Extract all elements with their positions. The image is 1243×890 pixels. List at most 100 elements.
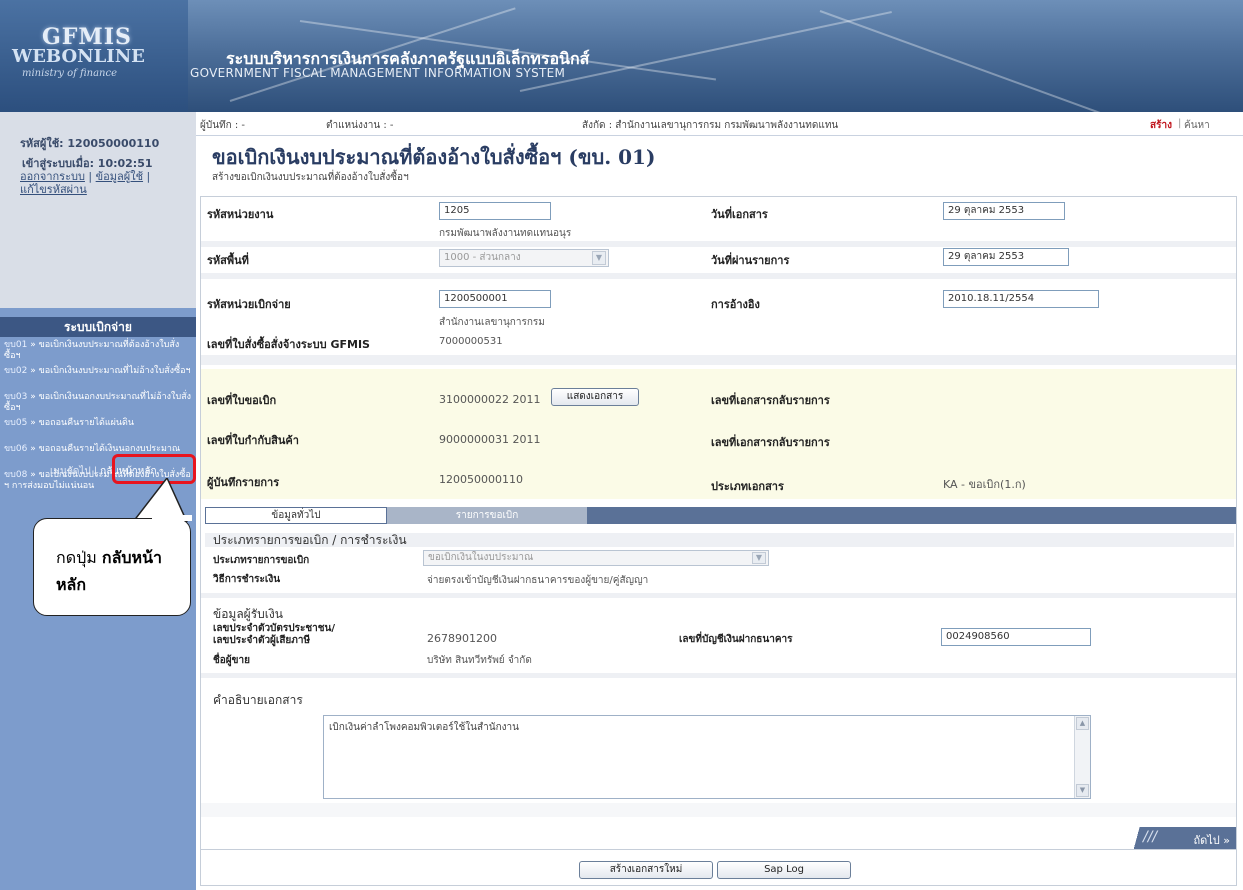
invoice-value: 9000000031 2011	[439, 433, 541, 446]
user-links: ออกจากระบบ | ข้อมูลผู้ใช้ | แก้ไขรหัสผ่า…	[20, 170, 151, 196]
reverse-doc-label-2: เลขที่เอกสารกลับรายการ	[711, 436, 830, 449]
doc-type-label: ประเภทเอกสาร	[711, 480, 784, 493]
create-link[interactable]: สร้าง	[1150, 118, 1172, 133]
payment-type-label: ประเภทรายการขอเบิก	[213, 555, 310, 566]
change-password-link[interactable]: แก้ไขรหัสผ่าน	[20, 183, 87, 196]
menu-label: ขอถอนคืนรายได้แผ่นดิน	[38, 418, 135, 428]
menu-code: ขบ01	[4, 340, 28, 350]
disb-unit-label: รหัสหน่วยเบิกจ่าย	[207, 298, 291, 311]
tab-general-info[interactable]: ข้อมูลทั่วไป	[205, 507, 387, 524]
sap-log-button[interactable]: Sap Log	[717, 861, 851, 879]
menu-item-kb03[interactable]: ขบ03 » ขอเบิกเงินนอกงบประมาณที่ไม่อ้างใบ…	[2, 392, 194, 414]
agency-name: กรมพัฒนาพลังงานทดแทนอนุร	[439, 228, 572, 239]
callout-text: กดปุ่ม กลับหน้าหลัก	[56, 544, 184, 598]
payee-section-header: ข้อมูลผู้รับเงิน	[205, 607, 1234, 621]
show-document-button[interactable]: แสดงเอกสาร	[551, 388, 639, 406]
callout-tail-cover	[152, 515, 192, 521]
affiliation-info: สังกัด : สำนักงานเลขานุการกรม กรมพัฒนาพล…	[582, 120, 839, 131]
payment-type-select[interactable]: ขอเบิกเงินในงบประมาณ ▼	[423, 550, 769, 566]
bank-account-label: เลขที่บัญชีเงินฝากธนาคาร	[679, 634, 793, 645]
menu-label: ขอเบิกเงินนอกงบประมาณที่ไม่อ้างใบสั่งซื้…	[4, 392, 192, 413]
menu-item-kb01[interactable]: ขบ01 » ขอเบิกเงินงบประมาณที่ต้องอ้างใบสั…	[2, 340, 194, 362]
request-no-value: 3100000022 2011	[439, 393, 541, 406]
payee-id-label-line1: เลขประจำตัวบัตรประชาชน/	[213, 623, 336, 634]
post-date-input[interactable]: 29 ตุลาคม 2553	[943, 248, 1069, 266]
chevron-down-icon: ▼	[752, 552, 766, 564]
payee-id-value: 2678901200	[427, 632, 497, 645]
banner-decoration	[819, 10, 1103, 112]
separator: |	[1178, 118, 1182, 129]
user-id: รหัสผู้ใช้: 120050000110	[20, 137, 160, 150]
reference-label: การอ้างอิง	[711, 298, 760, 311]
reference-input[interactable]: 2010.18.11/2554	[943, 290, 1099, 308]
menu-code: ขบ08	[4, 470, 28, 480]
description-textarea[interactable]: เบิกเงินค่าลำโพงคอมพิวเตอร์ใช้ในสำนักงาน…	[323, 715, 1091, 799]
area-code-label: รหัสพื้นที่	[207, 254, 249, 267]
menu-label: ขอถอนคืนรายได้เงินนอกงบประมาณ	[38, 444, 181, 454]
scroll-up-icon[interactable]: ▲	[1076, 717, 1089, 730]
new-document-button[interactable]: สร้างเอกสารใหม่	[579, 861, 713, 879]
request-no-label: เลขที่ใบขอเบิก	[207, 394, 277, 407]
chevron-down-icon: ▼	[592, 251, 606, 265]
system-title-en: GOVERNMENT FISCAL MANAGEMENT INFORMATION…	[190, 66, 566, 80]
description-text: เบิกเงินค่าลำโพงคอมพิวเตอร์ใช้ในสำนักงาน	[329, 722, 519, 733]
instruction-callout: กดปุ่ม กลับหน้าหลัก	[33, 518, 191, 616]
menu-item-kb05[interactable]: ขบ05 » ขอถอนคืนรายได้แผ่นดิน	[2, 418, 194, 429]
payee-id-label: เลขประจำตัวบัตรประชาชน/ เลขประจำตัวผู้เส…	[213, 623, 335, 647]
post-date-label: วันที่ผ่านรายการ	[711, 254, 790, 267]
tab-request-items[interactable]: รายการขอเบิก	[387, 507, 587, 524]
user-profile-link[interactable]: ข้อมูลผู้ใช้	[96, 170, 143, 183]
logo-text: ministry of finance	[22, 68, 118, 79]
doc-type-value: KA - ขอเบิก(1.ก)	[943, 478, 1026, 491]
menu-item-kb02[interactable]: ขบ02 » ขอเบิกเงินงบประมาณที่ไม่อ้างใบสั่…	[2, 366, 194, 377]
description-scrollbar[interactable]: ▲ ▼	[1074, 716, 1090, 798]
agency-code-input[interactable]: 1205	[439, 202, 551, 220]
next-button-label: ถัดไป »	[1193, 834, 1230, 847]
gfmis-logo: GFMIS WEBONLINE ministry of finance	[0, 0, 188, 112]
row-divider	[201, 673, 1236, 678]
po-value: 7000000531	[439, 336, 503, 347]
scroll-down-icon[interactable]: ▼	[1076, 784, 1089, 797]
po-label: เลขที่ใบสั่งซื้อสั่งจ้างระบบ GFMIS	[207, 338, 370, 351]
disb-unit-input[interactable]: 1200500001	[439, 290, 551, 308]
description-section-header: คำอธิบายเอกสาร	[205, 693, 1234, 707]
seller-name-value: บริษัท สินทวีทรัพย์ จำกัด	[427, 655, 532, 666]
bank-account-input[interactable]: 0024908560	[941, 628, 1091, 646]
payment-type-value: ขอเบิกเงินในงบประมาณ	[428, 552, 534, 563]
next-menu-link[interactable]: เมนูถัดไป	[50, 466, 91, 477]
menu-title: ระบบเบิกจ่าย	[0, 317, 196, 337]
row-divider	[201, 241, 1236, 247]
recorder-label: ผู้บันทึกรายการ	[207, 476, 280, 489]
menu-code: ขบ02	[4, 366, 28, 376]
row-divider	[201, 803, 1236, 817]
row-divider	[201, 593, 1236, 598]
logo-text: WEBONLINE	[12, 46, 145, 67]
menu-code: ขบ05	[4, 418, 28, 428]
menu-code: ขบ06	[4, 444, 28, 454]
doc-date-input[interactable]: 29 ตุลาคม 2553	[943, 202, 1065, 220]
menu-code: ขบ03	[4, 392, 28, 402]
invoice-label: เลขที่ใบกำกับสินค้า	[207, 434, 299, 447]
seller-name-label: ชื่อผู้ขาย	[213, 655, 250, 666]
row-divider	[201, 273, 1236, 279]
header-banner: GFMIS WEBONLINE ministry of finance ระบบ…	[0, 0, 1243, 112]
agency-code-label: รหัสหน่วยงาน	[207, 208, 274, 221]
callout-prefix: กดปุ่ม	[56, 548, 102, 567]
disb-unit-name: สำนักงานเลขานุการกรม	[439, 317, 545, 328]
menu-label: ขอเบิกเงินงบประมาณที่ต้องอ้างใบสั่งซื้อฯ	[4, 340, 180, 361]
recorder-value: 120050000110	[439, 473, 523, 486]
area-code-value: 1000 - ส่วนกลาง	[444, 252, 521, 263]
page-title: ขอเบิกเงินงบประมาณที่ต้องอ้างใบสั่งซื้อฯ…	[212, 145, 656, 169]
next-button[interactable]: /// ถัดไป »	[1121, 827, 1236, 849]
position-info: ตำแหน่งงาน : -	[326, 120, 394, 131]
row-divider	[201, 355, 1236, 365]
payment-section-header: ประเภทรายการขอเบิก / การชำระเงิน	[205, 533, 1234, 547]
area-code-select[interactable]: 1000 - ส่วนกลาง ▼	[439, 249, 609, 267]
search-link[interactable]: ค้นหา	[1184, 118, 1210, 133]
payee-id-label-line2: เลขประจำตัวผู้เสียภาษี	[213, 635, 311, 646]
logout-link[interactable]: ออกจากระบบ	[20, 170, 85, 183]
user-info-panel: รหัสผู้ใช้: 120050000110 เข้าสู่ระบบเมื่…	[0, 112, 196, 308]
payment-method-value: จ่ายตรงเข้าบัญชีเงินฝากธนาคารของผู้ขาย/ค…	[427, 575, 649, 586]
bottom-action-bar: สร้างเอกสารใหม่ Sap Log	[201, 849, 1236, 885]
decorative-slashes-icon: ///	[1143, 829, 1158, 845]
